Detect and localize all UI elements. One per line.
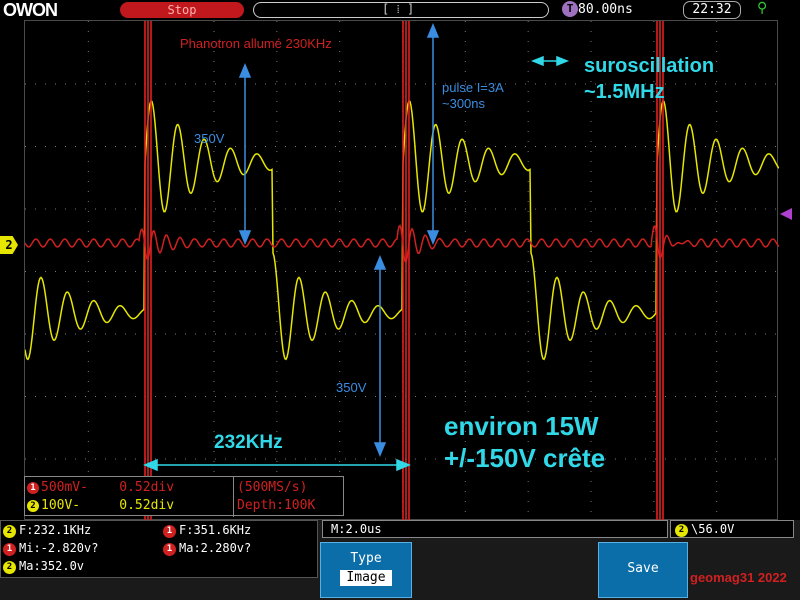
annotation-power-line1: environ 15W (444, 411, 599, 441)
ch1-badge: 1 (27, 482, 39, 494)
sample-rate: (500MS/s) (237, 480, 308, 495)
annotation-suroscillation: suroscillation ~1.5MHz (584, 53, 714, 105)
trigger-position-marker: [ ⁞ ] (382, 2, 415, 16)
annotation-power-line2: +/-150V crête (444, 443, 606, 473)
ch2-waveform (25, 99, 779, 361)
trigger-position-bar: [ ⁞ ] (253, 2, 549, 18)
annotation-phanotron: Phanotron allumé 230KHz (180, 36, 332, 51)
ch2-info[interactable]: 2 100V- 0.52div (27, 498, 174, 513)
top-status-bar: OWON Stop [ ⁞ ] T 80.00ns 22:32 ⚲ (0, 0, 800, 20)
ch1-scale: 500mV- (41, 480, 88, 495)
ch1-info[interactable]: 1 500mV- 0.52div (27, 480, 174, 495)
ch2-offset-marker[interactable]: 2 (0, 236, 18, 254)
ch2-offset: 0.52div (119, 498, 175, 513)
trigger-level-value: 56.0V (698, 522, 735, 536)
type-button-label: Type (350, 551, 382, 566)
measurement-4: 1 Ma:2.280v? (163, 541, 251, 556)
bottom-panel: 2 F:232.1KHz 1 F:351.6KHz 1 Mi:-2.820v? 1 Ma… (0, 520, 800, 600)
type-button[interactable]: Type Image (320, 542, 412, 598)
type-button-value: Image (340, 570, 392, 586)
cyan-arrows (143, 55, 570, 472)
ch2-badge: 2 (27, 500, 39, 512)
annotation-350v-bottom: 350V (336, 380, 367, 395)
trigger-icon: T (562, 1, 578, 17)
info-separator (233, 477, 234, 517)
trigger-channel-badge: 2 (675, 524, 688, 537)
measurement-panel: 2 F:232.1KHz 1 F:351.6KHz 1 Mi:-2.820v? 1 Ma… (0, 520, 318, 578)
main-timebase: M:2.0us (322, 520, 668, 538)
annotation-pulse-line2: ~300ns (442, 96, 486, 111)
watermark: geomag31 2022 (690, 570, 787, 585)
timebase-readout: 80.00ns (578, 2, 633, 17)
annotation-suro-line1: suroscillation (584, 55, 715, 77)
measurement-2: 1 F:351.6KHz (163, 523, 251, 538)
measurement-3: 1 Mi:-2.820v? (3, 541, 98, 556)
clock: 22:32 (683, 1, 741, 19)
ch1-offset: 0.52div (119, 480, 175, 495)
annotation-suro-line2: ~1.5MHz (584, 81, 665, 103)
save-button-label: Save (627, 561, 659, 576)
annotation-pulse: pulse I=3A ~300ns (442, 80, 504, 112)
measurement-5: 2 Ma:352.0v (3, 559, 84, 574)
annotation-power: environ 15W +/-150V crête (444, 410, 605, 474)
save-button[interactable]: Save (598, 542, 688, 598)
ch2-scale: 100V- (41, 498, 81, 513)
record-depth: Depth:100K (237, 498, 316, 513)
measurement-1: 2 F:232.1KHz (3, 523, 91, 538)
annotation-frequency: 232KHz (214, 432, 283, 453)
annotation-350v-top: 350V (194, 131, 225, 146)
trigger-level-readout: 2 \56.0V (670, 520, 794, 538)
owon-logo: OWON (3, 0, 58, 20)
trigger-level-marker[interactable] (780, 208, 792, 220)
run-stop-indicator[interactable]: Stop (120, 2, 244, 18)
usb-icon: ⚲ (757, 0, 768, 16)
channel-info-box: 1 500mV- 0.52div 2 100V- 0.52div (500MS/s)… (24, 476, 344, 517)
annotation-pulse-line1: pulse I=3A (442, 80, 504, 95)
